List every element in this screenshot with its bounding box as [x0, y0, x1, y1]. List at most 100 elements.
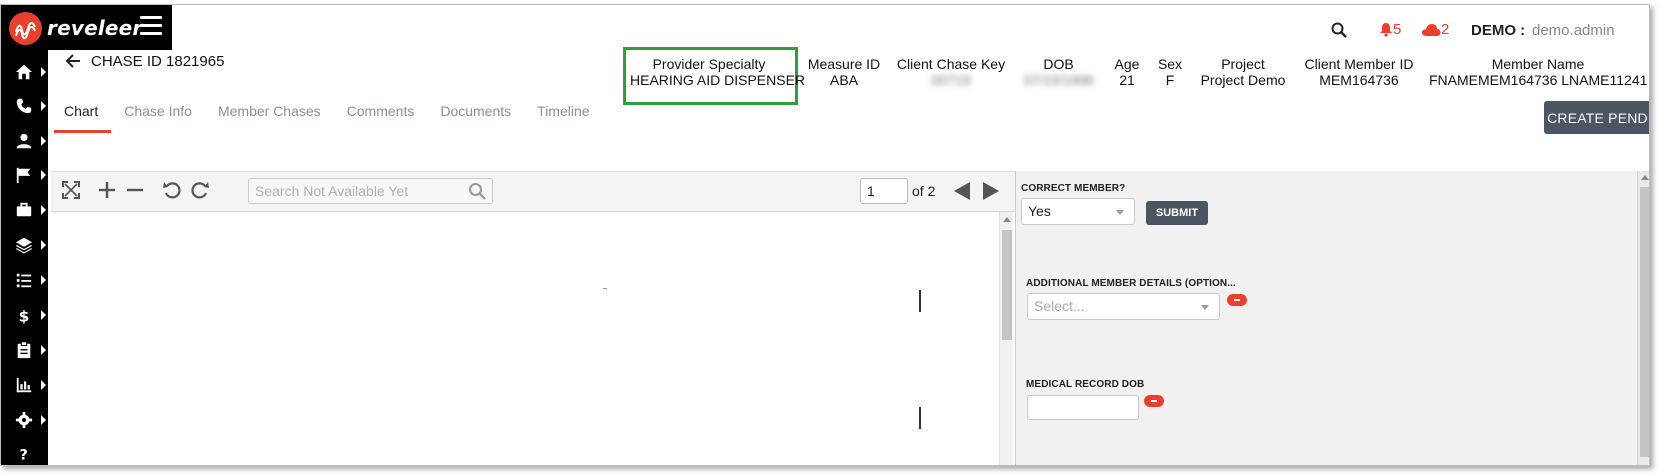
search-icon[interactable] [468, 182, 486, 200]
user-org-label: DEMO : [1471, 22, 1526, 39]
fullscreen-icon[interactable] [61, 180, 81, 205]
additional-details-placeholder: Select... [1034, 298, 1085, 314]
previous-page-icon[interactable] [954, 182, 970, 200]
cloud-count: 2 [1441, 21, 1450, 38]
scroll-thumb[interactable] [1002, 230, 1012, 340]
caret-right-icon [41, 310, 46, 320]
medical-record-dob-label: MEDICAL RECORD DOB [1026, 379, 1145, 390]
caret-right-icon [41, 240, 46, 250]
svg-text:$: $ [19, 307, 30, 324]
sidebar-item-help[interactable]: ? [1, 438, 48, 465]
alerts-count: 5 [1393, 21, 1402, 38]
sidebar: $ ? [1, 5, 48, 465]
tab-timeline[interactable]: Timeline [524, 102, 602, 134]
username[interactable]: demo.admin [1532, 22, 1615, 39]
meta-label: Client Chase Key [896, 56, 1006, 72]
document-search [248, 178, 493, 204]
create-pend-button[interactable]: CREATE PEND [1544, 101, 1649, 134]
page-number-input[interactable]: 1 [860, 178, 908, 204]
meta-measure-id: Measure ID ABA [804, 56, 884, 88]
chevron-down-icon [1116, 210, 1124, 215]
sidebar-item-billing[interactable]: $ [1, 300, 48, 330]
sidebar-item-briefcase[interactable] [1, 195, 48, 225]
meta-value: ABA [829, 72, 858, 88]
caret-right-icon [41, 205, 46, 215]
flag-icon [16, 167, 31, 184]
scroll-thumb[interactable] [1640, 187, 1649, 457]
list-icon [16, 273, 32, 288]
zoom-in-icon[interactable] [97, 180, 117, 205]
document-search-input[interactable] [249, 179, 464, 203]
document-mark [603, 288, 607, 289]
alerts-button[interactable]: 5 [1379, 21, 1401, 38]
form-scrollbar[interactable] [1637, 171, 1649, 465]
rotate-left-icon[interactable] [162, 180, 182, 205]
additional-member-details-select[interactable]: Select... [1027, 293, 1220, 320]
submit-button[interactable]: SUBMIT [1146, 201, 1208, 225]
meta-project: Project Project Demo [1196, 56, 1290, 88]
meta-value: F [1165, 72, 1175, 88]
cloud-button[interactable]: 2 [1421, 21, 1449, 38]
dollar-icon: $ [19, 307, 30, 324]
brand-header: reveleer [1, 5, 172, 50]
back-arrow-icon[interactable] [65, 53, 81, 74]
tab-member-chases[interactable]: Member Chases [205, 102, 334, 134]
sidebar-item-phone[interactable] [1, 91, 48, 121]
tab-comments[interactable]: Comments [334, 102, 428, 134]
meta-label: Provider Specialty [652, 56, 766, 72]
remove-field-icon[interactable] [1144, 395, 1164, 407]
caret-right-icon [41, 380, 46, 390]
phone-icon [16, 98, 32, 114]
reveleer-logo-icon[interactable] [9, 12, 42, 45]
clipboard-icon [17, 341, 31, 359]
meta-label: Project [1221, 56, 1265, 72]
sidebar-item-reports[interactable] [1, 370, 48, 400]
chevron-down-icon [1201, 305, 1209, 310]
sidebar-item-user[interactable] [1, 126, 48, 156]
caret-right-icon [41, 101, 46, 111]
sidebar-item-layers[interactable] [1, 230, 48, 260]
tab-documents[interactable]: Documents [427, 102, 524, 134]
viewer-scrollbar[interactable] [999, 212, 1013, 465]
zoom-out-icon[interactable] [125, 180, 145, 205]
document-mark [919, 290, 921, 312]
rotate-right-icon[interactable] [190, 180, 210, 205]
sidebar-item-list[interactable] [1, 265, 48, 295]
svg-text:?: ? [20, 447, 28, 462]
meta-label: Member Name [1491, 56, 1585, 72]
tab-chart[interactable]: Chart [51, 102, 112, 134]
medical-record-dob-input[interactable] [1027, 395, 1139, 420]
scroll-up-icon[interactable] [1003, 217, 1011, 222]
caret-right-icon [41, 136, 46, 146]
sidebar-item-flag[interactable] [1, 160, 48, 190]
meta-label: Client Member ID [1304, 56, 1414, 72]
sidebar-item-clipboard[interactable] [1, 335, 48, 365]
meta-value: HEARING AID DISPENSER [630, 72, 806, 88]
meta-value: Project Demo [1200, 72, 1286, 88]
scroll-up-icon[interactable] [1641, 175, 1649, 180]
viewer-toolbar: 1 of 2 [51, 172, 1015, 212]
meta-value: MEM164736 [1319, 72, 1399, 88]
page-count: of 2 [912, 183, 936, 199]
sidebar-item-settings[interactable] [1, 405, 48, 435]
meta-label: Age [1114, 56, 1140, 72]
help-icon: ? [20, 447, 28, 462]
meta-label: Sex [1157, 56, 1183, 72]
meta-value: 07/10/1998 [1023, 72, 1094, 88]
caret-right-icon [41, 67, 46, 77]
correct-member-select[interactable]: Yes [1021, 198, 1135, 225]
tab-chase-info[interactable]: Chase Info [111, 102, 205, 134]
caret-right-icon [41, 415, 46, 425]
chase-title: CHASE ID 1821965 [91, 53, 225, 70]
hamburger-menu-icon[interactable] [140, 16, 162, 36]
remove-field-icon[interactable] [1227, 294, 1247, 306]
app-window: $ ? reveleer 5 2 DEMO: demo.admin CHASE… [0, 4, 1650, 466]
brand-name[interactable]: reveleer [47, 16, 142, 40]
caret-right-icon [41, 170, 46, 180]
sidebar-item-home[interactable] [1, 57, 48, 87]
meta-client-chase-key: Client Chase Key 00719 [894, 56, 1008, 88]
next-page-icon[interactable] [983, 182, 999, 200]
meta-provider-specialty: Provider Specialty HEARING AID DISPENSER [630, 56, 806, 88]
caret-right-icon [41, 275, 46, 285]
search-icon[interactable] [1331, 22, 1347, 43]
